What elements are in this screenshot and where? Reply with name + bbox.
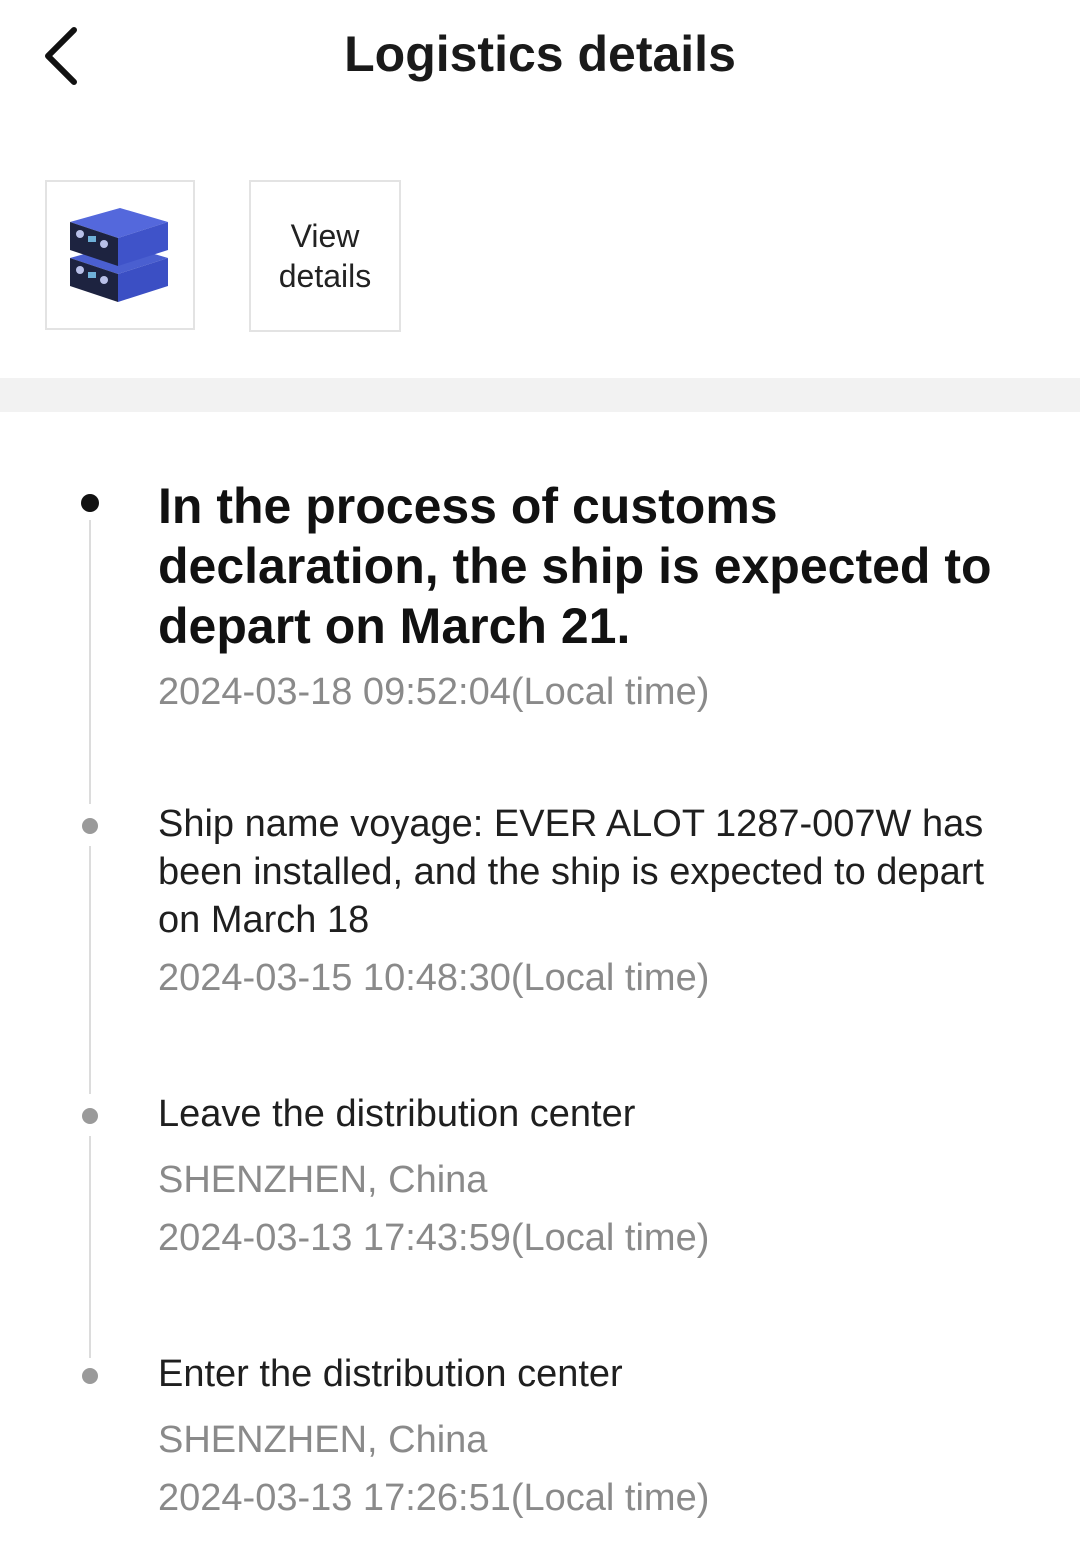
timeline-dot [82,1108,98,1124]
product-thumbnail[interactable] [45,180,195,330]
section-divider [0,378,1080,412]
event-title: Leave the distribution center [158,1093,636,1135]
timeline-connector [89,846,91,1094]
event-title: Ship name voyage: EVER ALOT 1287-007W ha… [158,803,985,941]
product-row: View details [45,180,401,332]
timeline-event: Leave the distribution center SHENZHEN, … [158,1090,1018,1262]
timeline-connector [89,520,91,804]
view-details-button[interactable]: View details [249,180,401,332]
event-time: 2024-03-13 17:26:51(Local time) [158,1477,710,1519]
event-title: Enter the distribution center [158,1353,623,1395]
header-bar: Logistics details [0,0,1080,112]
event-time: 2024-03-18 09:52:04(Local time) [158,671,710,713]
page-title: Logistics details [344,26,736,82]
timeline-event: Ship name voyage: EVER ALOT 1287-007W ha… [158,800,1018,1002]
timeline-event: In the process of customs declaration, t… [158,476,1018,716]
event-location: SHENZHEN, China [158,1419,488,1461]
timeline-event: Enter the distribution center SHENZHEN, … [158,1350,1018,1522]
timeline-dot-current [81,494,99,512]
event-title: In the process of customs declaration, t… [158,478,992,654]
battery-cells-icon [70,208,168,302]
event-time: 2024-03-15 10:48:30(Local time) [158,957,710,999]
event-location: SHENZHEN, China [158,1159,488,1201]
timeline-dot [82,818,98,834]
timeline-connector [89,1136,91,1358]
event-time: 2024-03-13 17:43:59(Local time) [158,1217,710,1259]
timeline-dot [82,1368,98,1384]
